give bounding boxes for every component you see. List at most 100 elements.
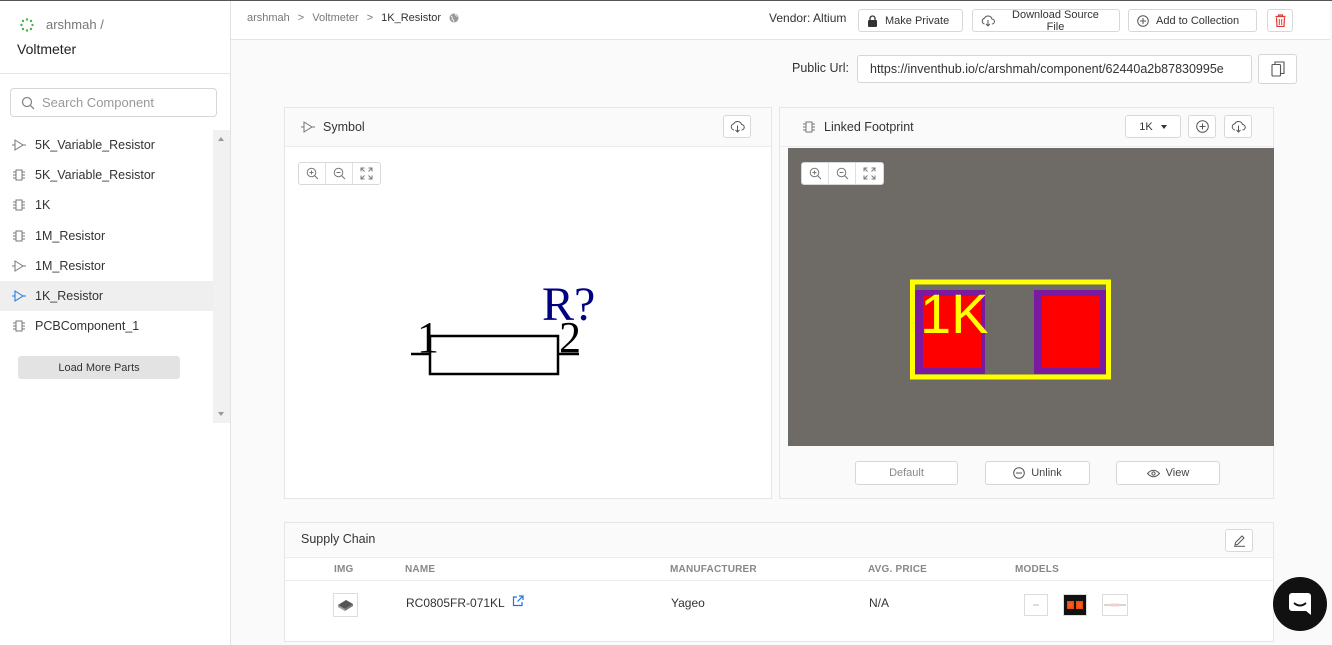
download-source-label: Download Source File [1012, 8, 1099, 33]
make-private-label: Make Private [885, 14, 950, 27]
symbol-preview-icon [1033, 604, 1039, 606]
component-list: 5K_Variable_Resistor 5K_Variable_Resisto… [0, 130, 230, 423]
search-input[interactable] [42, 95, 202, 110]
project-owner[interactable]: arshmah / [20, 17, 104, 32]
scroll-up-icon[interactable] [218, 137, 224, 141]
view-button[interactable]: View [1116, 461, 1220, 485]
load-more-button[interactable]: Load More Parts [18, 356, 180, 379]
pencil-icon [1233, 535, 1245, 547]
top-bar: arshmah > Voltmeter > 1K_Resistor Vendor… [231, 1, 1330, 40]
project-name: Voltmeter [17, 41, 77, 57]
external-link-icon[interactable] [512, 595, 524, 607]
zoom-in-icon[interactable] [802, 163, 829, 184]
default-button[interactable]: Default [855, 461, 958, 485]
symbol-download-button[interactable] [723, 115, 751, 138]
column-header-models: MODELS [1015, 564, 1059, 575]
list-item[interactable]: 1M_Resistor [0, 251, 213, 281]
zoom-in-icon[interactable] [299, 163, 326, 184]
breadcrumb-component: 1K_Resistor [381, 12, 442, 24]
edit-supply-chain-button[interactable] [1225, 529, 1253, 552]
footprint-icon [12, 198, 26, 212]
part-thumbnail[interactable] [333, 593, 358, 617]
breadcrumb-owner[interactable]: arshmah [247, 12, 290, 24]
public-url-field[interactable]: https://inventhub.io/c/arshmah/component… [857, 55, 1252, 83]
scroll-down-icon[interactable] [218, 412, 224, 416]
footprint-canvas[interactable]: 1K [788, 148, 1274, 446]
footprint-zoom-controls [801, 162, 884, 185]
globe-icon [449, 13, 459, 23]
make-private-button[interactable]: Make Private [858, 9, 963, 32]
chat-support-button[interactable] [1273, 577, 1327, 631]
lock-icon [868, 14, 877, 27]
cloud-download-icon [730, 121, 745, 133]
symbol-icon [12, 289, 26, 303]
footprint-icon [12, 229, 26, 243]
list-item[interactable]: PCBComponent_1 [0, 311, 213, 341]
component-list-items: 5K_Variable_Resistor 5K_Variable_Resisto… [0, 130, 213, 423]
zoom-out-icon[interactable] [829, 163, 856, 184]
supply-chain-title: Supply Chain [301, 532, 376, 546]
delete-button[interactable] [1267, 9, 1293, 32]
list-item-label: PCBComponent_1 [35, 319, 140, 333]
breadcrumb-separator: > [366, 12, 374, 24]
symbol-panel: Symbol R? 1 2 [284, 107, 772, 499]
model-footprint-thumb[interactable] [1063, 594, 1087, 616]
footprint-icon [12, 168, 26, 182]
chip-image-icon [338, 600, 353, 611]
list-item-label: 1K [35, 198, 51, 212]
header-divider [285, 580, 1273, 581]
model-3d-thumb[interactable] [1102, 594, 1128, 616]
resistor-symbol-drawing: R? 1 2 [411, 278, 595, 376]
model-symbol-thumb[interactable] [1024, 594, 1048, 616]
list-item-active[interactable]: 1K_Resistor [0, 281, 213, 311]
part-name-link[interactable]: RC0805FR-071KL [406, 596, 505, 610]
search-icon [21, 96, 35, 109]
footprint-select-dropdown[interactable]: 1K [1125, 115, 1181, 138]
list-item-label: 5K_Variable_Resistor [35, 168, 155, 182]
add-to-collection-label: Add to Collection [1156, 14, 1240, 27]
spinner-dots-icon [20, 17, 34, 32]
list-item-label: 1M_Resistor [35, 259, 106, 273]
footprint-select-value: 1K [1139, 120, 1153, 133]
trash-icon [1275, 14, 1285, 27]
add-to-collection-button[interactable]: Add to Collection [1128, 9, 1257, 32]
owner-name[interactable]: arshmah / [46, 17, 104, 32]
fit-screen-icon[interactable] [856, 163, 883, 184]
breadcrumb-project[interactable]: Voltmeter [312, 12, 358, 24]
price-cell: N/A [869, 596, 890, 610]
list-item[interactable]: 1M_Resistor [0, 221, 213, 251]
eye-icon [1146, 469, 1160, 477]
search-box[interactable] [10, 88, 217, 117]
copy-icon [1270, 61, 1285, 77]
minus-circle-icon [1013, 467, 1026, 479]
unlink-button[interactable]: Unlink [985, 461, 1090, 485]
footprint-drawing: 1K [910, 279, 1111, 380]
list-item[interactable]: 1K [0, 190, 213, 220]
footprint-panel: Linked Footprint 1K 1K Default Unlink Vi… [779, 107, 1274, 499]
column-header-name: NAME [405, 564, 436, 575]
download-source-button[interactable]: Download Source File [972, 8, 1120, 33]
copy-url-button[interactable] [1258, 54, 1297, 84]
footprint-icon [803, 121, 815, 133]
list-item-label: 1M_Resistor [35, 229, 106, 243]
list-scrollbar[interactable] [213, 130, 230, 423]
manufacturer-cell: Yageo [671, 596, 705, 610]
fit-screen-icon[interactable] [353, 163, 380, 184]
column-header-manufacturer: MANUFACTURER [670, 564, 757, 575]
list-item-label: 5K_Variable_Resistor [35, 138, 155, 152]
list-item[interactable]: 5K_Variable_Resistor [0, 130, 213, 160]
list-item[interactable]: 5K_Variable_Resistor [0, 160, 213, 190]
supply-chain-header: Supply Chain [285, 523, 1273, 558]
symbol-icon [301, 121, 315, 133]
cloud-download-icon [981, 14, 995, 27]
footprint-icon [12, 319, 26, 333]
chat-icon [1289, 593, 1311, 615]
symbol-icon [12, 138, 26, 152]
3d-model-preview-icon [1104, 603, 1126, 607]
unlink-label: Unlink [1031, 467, 1062, 479]
zoom-out-icon[interactable] [326, 163, 353, 184]
symbol-panel-header: Symbol [285, 108, 771, 147]
plus-circle-icon [1195, 120, 1209, 133]
footprint-download-button[interactable] [1224, 115, 1252, 138]
add-footprint-button[interactable] [1188, 115, 1216, 138]
